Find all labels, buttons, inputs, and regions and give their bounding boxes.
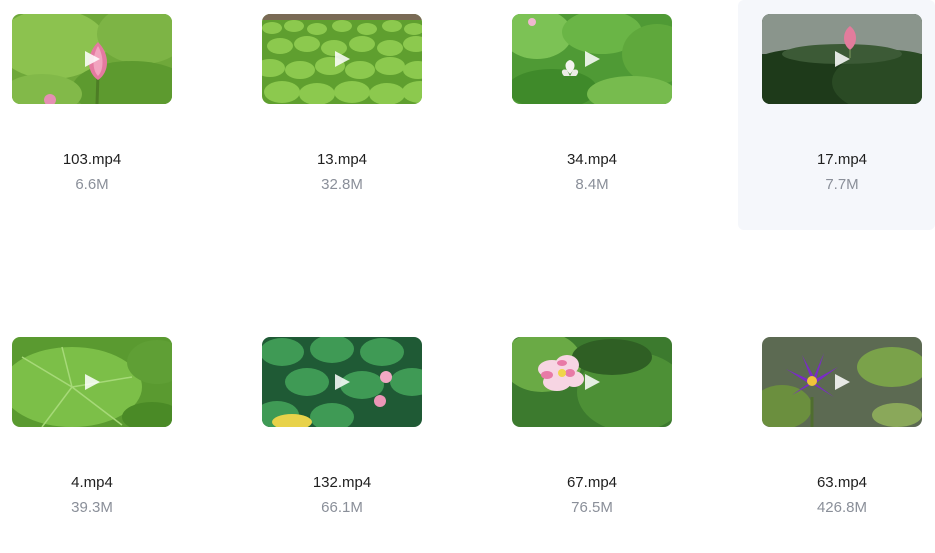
file-size: 6.6M — [75, 176, 109, 193]
file-name: 132.mp4 — [312, 474, 372, 491]
play-icon[interactable] — [582, 372, 602, 392]
video-card[interactable]: 4.mp4 39.3M — [0, 323, 200, 553]
video-thumbnail[interactable] — [512, 337, 672, 427]
video-card[interactable]: 63.mp4 426.8M — [750, 323, 935, 553]
video-card[interactable]: 132.mp4 66.1M — [250, 323, 450, 553]
file-name: 63.mp4 — [816, 474, 868, 491]
video-thumbnail[interactable] — [262, 337, 422, 427]
play-icon[interactable] — [582, 49, 602, 69]
video-thumbnail[interactable] — [12, 14, 172, 104]
file-size: 32.8M — [321, 176, 363, 193]
video-grid: 103.mp4 6.6M 13.mp4 32.8M 34.mp4 8.4M 17… — [0, 0, 935, 521]
file-size: 39.3M — [71, 499, 113, 516]
play-icon[interactable] — [82, 372, 102, 392]
file-size: 66.1M — [321, 499, 363, 516]
video-thumbnail[interactable] — [12, 337, 172, 427]
file-name: 4.mp4 — [71, 474, 113, 491]
file-size: 76.5M — [571, 499, 613, 516]
video-card[interactable]: 13.mp4 32.8M — [250, 0, 450, 230]
video-thumbnail[interactable] — [762, 14, 922, 104]
play-icon[interactable] — [332, 49, 352, 69]
play-icon[interactable] — [832, 49, 852, 69]
video-card-hovered[interactable]: 17.mp4 7.7M — [738, 0, 935, 230]
video-thumbnail[interactable] — [762, 337, 922, 427]
file-size: 7.7M — [825, 176, 859, 193]
file-size: 426.8M — [816, 499, 868, 516]
video-thumbnail[interactable] — [512, 14, 672, 104]
file-name: 34.mp4 — [566, 151, 618, 168]
file-name: 13.mp4 — [316, 151, 368, 168]
video-thumbnail[interactable] — [262, 14, 422, 104]
play-icon[interactable] — [832, 372, 852, 392]
video-card[interactable]: 103.mp4 6.6M — [0, 0, 200, 230]
video-card[interactable]: 34.mp4 8.4M — [500, 0, 700, 230]
file-name: 67.mp4 — [566, 474, 618, 491]
video-card[interactable]: 67.mp4 76.5M — [500, 323, 700, 553]
file-name: 17.mp4 — [816, 151, 868, 168]
play-icon[interactable] — [332, 372, 352, 392]
file-name: 103.mp4 — [62, 151, 122, 168]
play-icon[interactable] — [82, 49, 102, 69]
file-size: 8.4M — [575, 176, 609, 193]
